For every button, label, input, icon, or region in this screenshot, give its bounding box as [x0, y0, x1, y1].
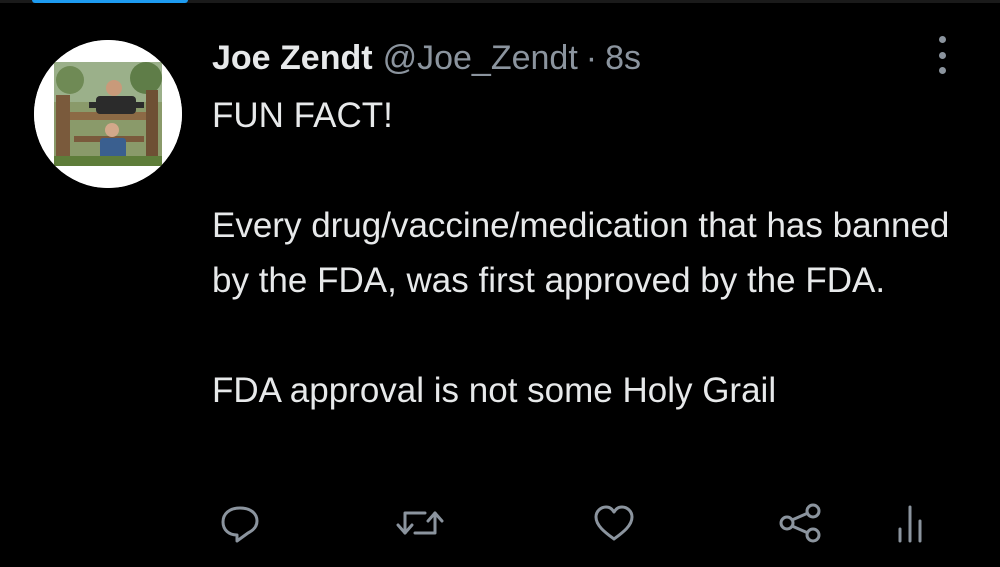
tweet-paragraph: Every drug/vaccine/medication that has b…	[212, 206, 950, 300]
user-handle[interactable]: @Joe_Zendt	[383, 34, 578, 82]
reply-icon	[221, 506, 259, 543]
avatar-photo	[34, 40, 182, 188]
action-bar	[0, 498, 1000, 548]
tweet-paragraph: FUN FACT!	[212, 96, 393, 135]
avatar[interactable]	[34, 40, 182, 188]
tweet[interactable]: Joe Zendt @Joe_Zendt · 8s FUN FACT! Ever…	[0, 0, 1000, 567]
retweet-button[interactable]	[395, 498, 445, 548]
like-button[interactable]	[592, 498, 636, 548]
tweet-paragraph: FDA approval is not some Holy Grail	[212, 371, 777, 410]
retweet-icon	[396, 511, 444, 535]
more-dot-icon	[938, 36, 946, 43]
more-dot-icon	[938, 51, 946, 59]
separator-dot: ·	[585, 39, 598, 77]
analytics-icon	[898, 505, 922, 543]
reply-button[interactable]	[218, 498, 262, 548]
share-icon	[779, 503, 821, 543]
display-name[interactable]: Joe Zendt	[212, 34, 373, 82]
more-dot-icon	[938, 67, 946, 74]
more-options-button[interactable]	[926, 36, 958, 74]
tweet-text: FUN FACT! Every drug/vaccine/medication …	[212, 88, 972, 418]
analytics-button[interactable]	[892, 498, 932, 548]
like-icon	[594, 505, 634, 541]
timestamp[interactable]: 8s	[605, 34, 641, 82]
share-button[interactable]	[778, 498, 824, 548]
tweet-header: Joe Zendt @Joe_Zendt · 8s	[212, 34, 641, 82]
